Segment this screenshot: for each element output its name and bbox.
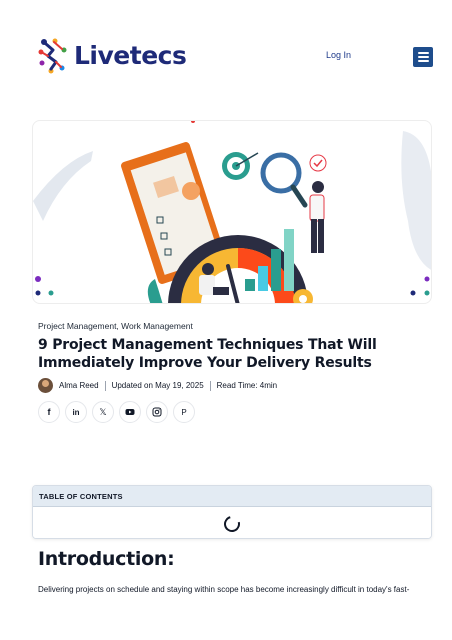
toc-heading[interactable]: TABLE OF CONTENTS <box>33 486 431 507</box>
youtube-share-button[interactable] <box>119 401 141 423</box>
site-header: Livetecs Log In <box>0 0 452 118</box>
read-time: Read Time: 4min <box>216 381 278 390</box>
article-title: 9 Project Management Techniques That Wil… <box>38 337 377 371</box>
facebook-share-button[interactable]: f <box>38 401 60 423</box>
project-management-illustration <box>33 121 431 303</box>
updated-date: Updated on May 19, 2025 <box>111 381 204 390</box>
linkedin-share-button[interactable]: in <box>65 401 87 423</box>
hamburger-menu-button[interactable] <box>413 47 433 67</box>
instagram-share-button[interactable] <box>146 401 168 423</box>
brand-name: Livetecs <box>74 41 187 70</box>
logo-mark-icon <box>38 38 68 74</box>
section-heading: Introduction: <box>38 548 175 570</box>
brand-logo[interactable]: Livetecs <box>38 38 187 74</box>
youtube-icon <box>125 409 135 415</box>
pinterest-icon: P <box>181 407 187 417</box>
share-buttons: f in 𝕏 P <box>38 401 195 423</box>
facebook-icon: f <box>47 407 51 417</box>
linkedin-icon: in <box>72 407 80 417</box>
x-icon: 𝕏 <box>99 406 107 417</box>
author-name[interactable]: Alma Reed <box>59 381 99 390</box>
table-of-contents: TABLE OF CONTENTS <box>32 485 432 539</box>
section-paragraph: Delivering projects on schedule and stay… <box>38 585 410 594</box>
article-meta: Alma Reed Updated on May 19, 2025 Read T… <box>38 378 277 393</box>
x-share-button[interactable]: 𝕏 <box>92 401 114 423</box>
author-avatar <box>38 378 53 393</box>
loading-spinner-icon <box>221 512 243 535</box>
meta-divider <box>104 380 106 391</box>
meta-divider <box>209 380 211 391</box>
hamburger-icon <box>417 52 429 54</box>
toc-body <box>33 507 431 538</box>
login-link[interactable]: Log In <box>326 50 351 60</box>
instagram-icon <box>152 407 162 417</box>
pinterest-share-button[interactable]: P <box>173 401 195 423</box>
article-categories[interactable]: Project Management, Work Management <box>38 321 193 331</box>
hero-image <box>32 120 432 304</box>
